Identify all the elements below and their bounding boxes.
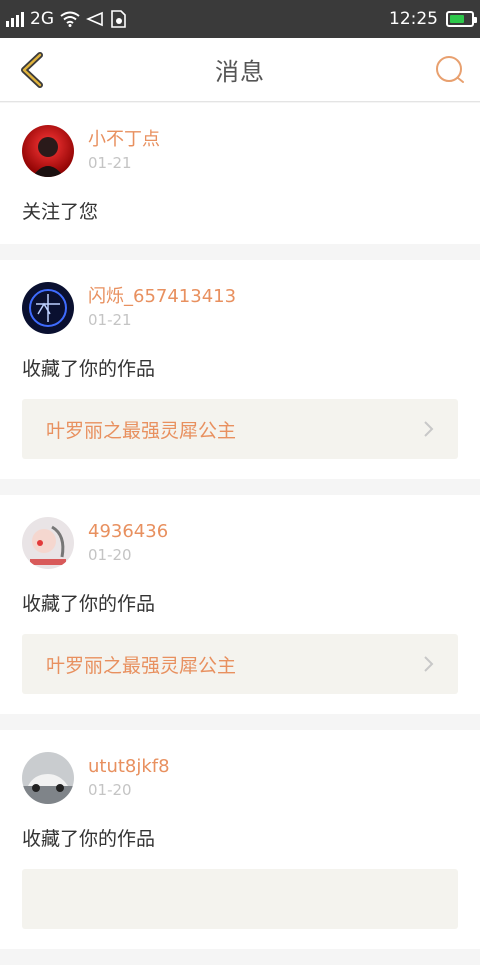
clock: 12:25 <box>389 9 438 29</box>
work-title: 叶罗丽之最强灵犀公主 <box>46 654 237 677</box>
avatar[interactable] <box>22 517 74 569</box>
location-arrow-icon <box>86 11 103 27</box>
user-meta: utut8jkf8 01-20 <box>88 755 170 801</box>
signal-icon <box>6 11 24 27</box>
user-meta: 闪烁_657413413 01-21 <box>88 285 236 331</box>
username[interactable]: 小不丁点 <box>88 128 160 152</box>
work-title: 叶罗丽之最强灵犀公主 <box>46 419 237 442</box>
message-action: 收藏了你的作品 <box>22 358 156 380</box>
battery-icon <box>446 11 477 27</box>
avatar[interactable] <box>22 125 74 177</box>
user-meta: 小不丁点 01-21 <box>88 128 160 174</box>
message-action: 收藏了你的作品 <box>22 593 156 615</box>
avatar[interactable] <box>22 282 74 334</box>
sim-card-icon <box>111 10 126 28</box>
message-date: 01-21 <box>88 154 132 172</box>
message-header: 4936436 01-20 <box>22 517 458 569</box>
chevron-left-icon <box>21 52 43 88</box>
chevron-right-icon <box>424 656 434 672</box>
status-right: 12:25 <box>389 9 477 29</box>
search-button[interactable] <box>432 52 468 88</box>
wifi-icon <box>60 11 80 27</box>
work-link[interactable]: 叶罗丽之最强灵犀公主 <box>22 634 458 694</box>
work-link[interactable]: 叶罗丽之最强灵犀公主 <box>22 399 458 459</box>
message-item[interactable]: utut8jkf8 01-20 收藏了你的作品 <box>0 730 480 949</box>
page-title: 消息 <box>215 58 265 86</box>
chevron-right-icon <box>424 421 434 437</box>
message-item[interactable]: 小不丁点 01-21 关注了您 <box>0 103 480 244</box>
message-date: 01-20 <box>88 546 132 564</box>
message-item[interactable]: 4936436 01-20 收藏了你的作品 叶罗丽之最强灵犀公主 <box>0 495 480 714</box>
username[interactable]: utut8jkf8 <box>88 755 170 779</box>
user-meta: 4936436 01-20 <box>88 520 168 566</box>
avatar[interactable] <box>22 752 74 804</box>
network-type: 2G <box>30 9 54 29</box>
message-header: 闪烁_657413413 01-21 <box>22 282 458 334</box>
message-date: 01-21 <box>88 311 132 329</box>
nav-bar: 消息 <box>0 38 480 102</box>
message-action: 收藏了你的作品 <box>22 828 156 850</box>
status-left: 2G <box>6 9 126 29</box>
message-list: 小不丁点 01-21 关注了您 闪烁_657413413 01-21 收藏了你的… <box>0 103 480 965</box>
username[interactable]: 4936436 <box>88 520 168 544</box>
username[interactable]: 闪烁_657413413 <box>88 285 236 309</box>
message-action: 关注了您 <box>22 201 99 223</box>
status-bar: 2G 12:25 <box>0 0 480 38</box>
message-date: 01-20 <box>88 781 132 799</box>
search-icon <box>436 56 464 83</box>
work-link[interactable] <box>22 869 458 929</box>
message-header: utut8jkf8 01-20 <box>22 752 458 804</box>
message-item[interactable]: 闪烁_657413413 01-21 收藏了你的作品 叶罗丽之最强灵犀公主 <box>0 260 480 479</box>
back-button[interactable] <box>12 50 52 90</box>
message-header: 小不丁点 01-21 <box>22 125 458 177</box>
